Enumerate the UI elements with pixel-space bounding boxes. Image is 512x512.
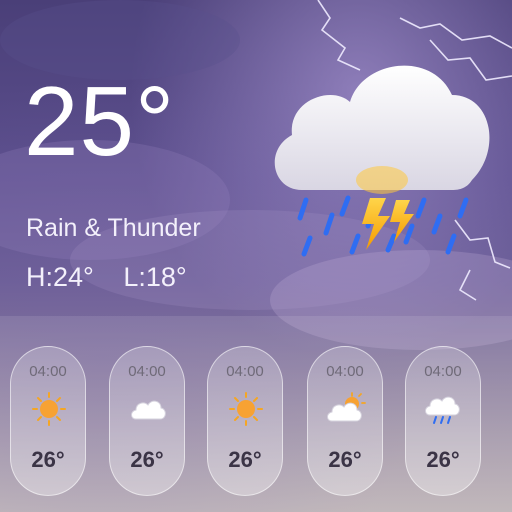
- hourly-temperature: 26°: [31, 447, 65, 472]
- low-temperature: L:18°: [123, 262, 187, 292]
- hourly-card[interactable]: 04:00 26°: [405, 346, 481, 496]
- sun-icon: [32, 392, 66, 426]
- weather-screen: 25° Rain & Thunder H:24° L:18° 04:00 26°…: [0, 0, 512, 512]
- hourly-time: 04:00: [424, 363, 462, 380]
- hourly-card[interactable]: 04:00 26°: [109, 346, 185, 496]
- hourly-temperature: 26°: [426, 447, 460, 472]
- sun-icon: [229, 392, 263, 426]
- hourly-card[interactable]: 04:00 26°: [307, 346, 383, 496]
- hourly-card[interactable]: 04:00 26°: [10, 346, 86, 496]
- hourly-time: 04:00: [29, 363, 67, 380]
- partly-cloudy-icon: [327, 392, 366, 422]
- current-temperature: 25°: [24, 66, 176, 176]
- cloud-rain-thunder-icon: [274, 65, 490, 257]
- hourly-temperature: 26°: [228, 447, 262, 472]
- high-low-temperature: H:24° L:18°: [26, 262, 209, 293]
- hourly-time: 04:00: [326, 363, 364, 380]
- weather-condition: Rain & Thunder: [26, 214, 201, 242]
- hourly-time: 04:00: [128, 363, 166, 380]
- hourly-time: 04:00: [226, 363, 264, 380]
- hourly-temperature: 26°: [130, 447, 164, 472]
- hourly-temperature: 26°: [328, 447, 362, 472]
- cloud-icon: [131, 400, 166, 420]
- hourly-card[interactable]: 04:00 26°: [207, 346, 283, 496]
- rain-cloud-icon: [425, 396, 460, 424]
- high-temperature: H:24°: [26, 262, 94, 292]
